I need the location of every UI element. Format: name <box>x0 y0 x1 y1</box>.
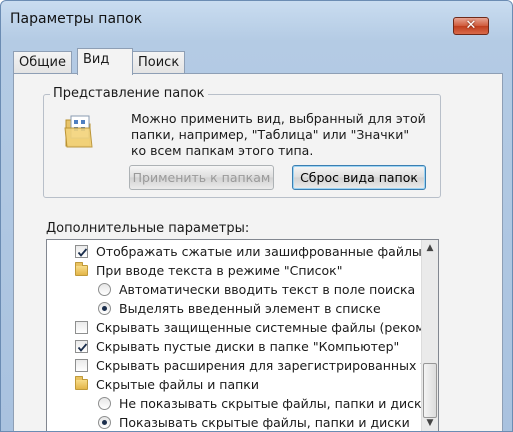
description-line-1: Можно применить вид, выбранный для этой <box>131 111 426 126</box>
scroll-down-icon[interactable]: ▼ <box>422 415 438 431</box>
list-item-label: При вводе текста в режиме "Список" <box>96 263 343 278</box>
tab-search-label: Поиск <box>138 55 180 70</box>
list-item-hide-extensions[interactable]: Скрывать расширения для зарегистрированн… <box>47 356 438 375</box>
checkmark-icon <box>77 248 88 257</box>
folder-options-window: Параметры папок ✕ Общие Вид Поиск Предст… <box>0 0 513 432</box>
tab-general[interactable]: Общие <box>13 51 72 75</box>
list-item-label: Выделять введенный элемент в списке <box>119 301 381 316</box>
tab-view-label: Вид <box>83 52 110 67</box>
reset-folders-button[interactable]: Сброс вида папок <box>292 165 426 190</box>
list-item-hidden-files-folders: Скрытые файлы и папки <box>47 375 422 394</box>
list-item-show-hidden[interactable]: Показывать скрытые файлы, папки и диски <box>47 413 422 431</box>
radio-auto-type-search[interactable] <box>98 283 111 296</box>
list-item-label: Автоматически вводить текст в поле поиск… <box>119 282 416 297</box>
folder-icon <box>75 262 88 276</box>
list-item-dont-show-hidden[interactable]: Не показывать скрытые файлы, папки и дис… <box>47 394 430 413</box>
folder-views-group-title: Представление папок <box>50 86 208 101</box>
advanced-settings-list[interactable]: Отображать сжатые или зашифрованные файл… <box>46 239 439 431</box>
close-button[interactable]: ✕ <box>453 17 489 35</box>
checkbox-hide-protected-files[interactable] <box>75 321 88 334</box>
list-item-hide-protected-files[interactable]: Скрывать защищенные системные файлы (рек… <box>47 318 438 337</box>
tab-general-label: Общие <box>19 55 66 70</box>
checkbox-hide-empty-drives[interactable] <box>75 340 88 353</box>
folder-icon <box>75 376 88 390</box>
list-item-typing-into-list-view: При вводе текста в режиме "Список" <box>47 261 422 280</box>
scrollbar-thumb[interactable] <box>423 363 437 418</box>
apply-to-folders-button[interactable]: Применить к папкам <box>129 165 274 190</box>
description-line-3: ко всем папкам этого типа. <box>131 143 314 158</box>
radio-dont-show-hidden[interactable] <box>98 397 111 410</box>
list-item-label: Показывать скрытые файлы, папки и диски <box>119 415 410 430</box>
list-item-label: Не показывать скрытые файлы, папки и дис… <box>119 396 430 411</box>
close-icon: ✕ <box>465 18 477 33</box>
radio-dot-icon <box>102 306 107 311</box>
folder-views-description: Можно применить вид, выбранный для этой … <box>131 111 436 161</box>
list-item-label: Скрывать расширения для зарегистрированн… <box>96 358 439 373</box>
tab-search[interactable]: Поиск <box>132 51 186 75</box>
folder-view-icon <box>64 115 93 148</box>
advanced-settings-label: Дополнительные параметры: <box>46 221 250 236</box>
radio-dot-icon <box>102 420 107 425</box>
tab-view[interactable]: Вид <box>77 48 133 75</box>
scroll-up-icon[interactable]: ▲ <box>422 240 438 257</box>
list-item-label: Скрывать пустые диски в папке "Компьютер… <box>96 339 400 354</box>
list-item-label: Скрывать защищенные системные файлы (рек… <box>96 320 439 335</box>
radio-select-typed-item[interactable] <box>98 302 111 315</box>
checkbox-show-compressed[interactable] <box>75 245 88 258</box>
checkbox-hide-extensions[interactable] <box>75 359 88 372</box>
list-item-label: Скрытые файлы и папки <box>96 377 259 392</box>
description-line-2: папки, например, "Таблица" или "Значки" <box>131 127 410 142</box>
list-item-label: Отображать сжатые или зашифрованные файл… <box>96 244 439 259</box>
list-item-show-compressed[interactable]: Отображать сжатые или зашифрованные файл… <box>47 242 438 261</box>
list-item-hide-empty-drives[interactable]: Скрывать пустые диски в папке "Компьютер… <box>47 337 422 356</box>
vertical-scrollbar[interactable]: ▲ ▼ <box>421 240 438 431</box>
window-title: Параметры папок <box>10 11 143 27</box>
radio-show-hidden[interactable] <box>98 416 111 429</box>
title-bar[interactable]: Параметры папок ✕ <box>1 1 512 37</box>
list-item-select-typed-item[interactable]: Выделять введенный элемент в списке <box>47 299 422 318</box>
checkmark-icon <box>77 343 88 352</box>
list-item-auto-type-search[interactable]: Автоматически вводить текст в поле поиск… <box>47 280 422 299</box>
